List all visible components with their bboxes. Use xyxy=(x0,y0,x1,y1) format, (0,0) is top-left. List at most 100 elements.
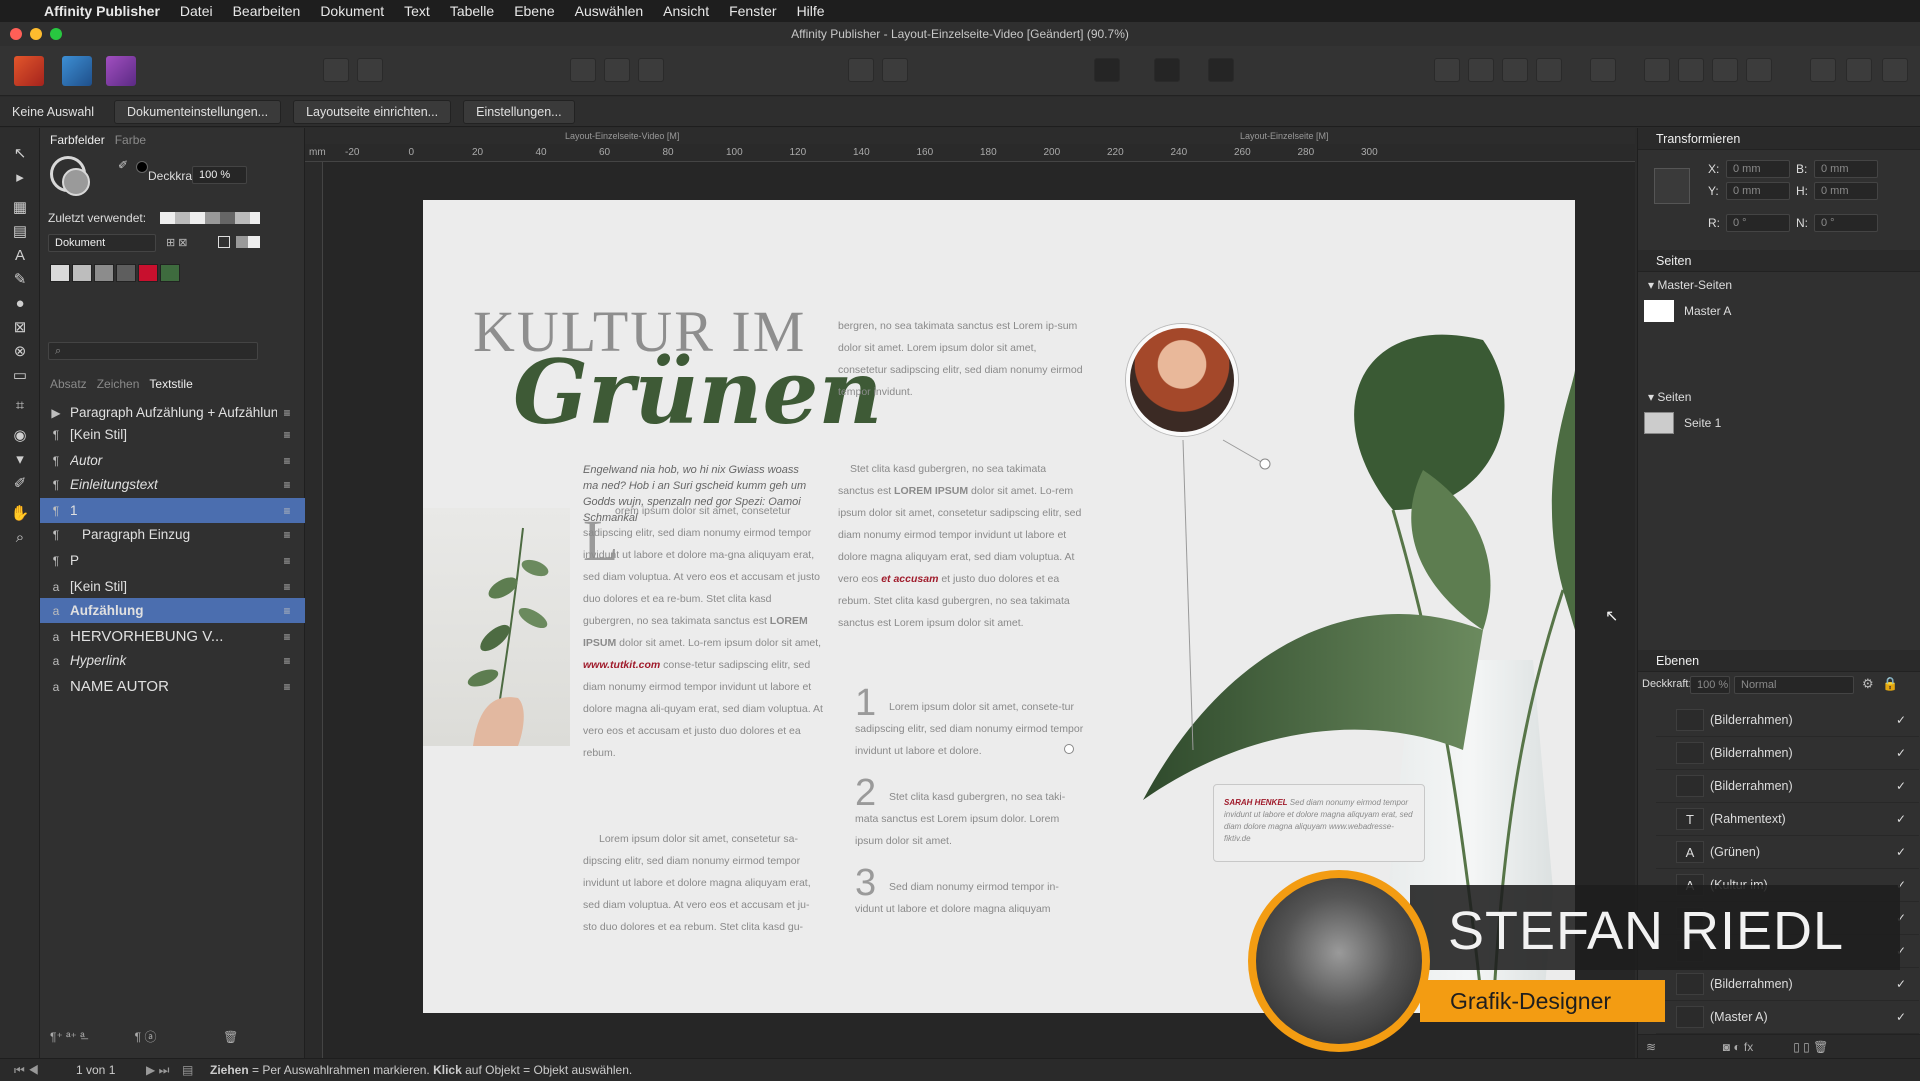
none-swatch-icon[interactable] xyxy=(218,236,230,248)
assets-icon[interactable] xyxy=(357,58,383,82)
pen-tool-icon[interactable]: ✎ xyxy=(10,270,30,290)
b-field[interactable]: 0 mm xyxy=(1814,160,1878,178)
layer-row[interactable]: (Bilderrahmen) ✓ xyxy=(1656,968,1919,1001)
zoom-window-button[interactable] xyxy=(50,28,62,40)
column1-text-2[interactable]: Lorem ipsum dolor sit amet, consetetur s… xyxy=(583,828,823,938)
arrange-icon[interactable] xyxy=(1502,58,1528,82)
artistic-text-tool-icon[interactable]: A xyxy=(10,246,30,266)
transform-panel-title[interactable]: Transformieren xyxy=(1638,128,1920,150)
pin-icon[interactable] xyxy=(848,58,874,82)
layer-lock-icon[interactable]: 🔒 xyxy=(1882,676,1898,692)
current-color-dot[interactable] xyxy=(136,161,148,173)
crop-tool-icon[interactable]: ⌗ xyxy=(10,396,30,416)
layer-row[interactable]: (Bilderrahmen) ✓ xyxy=(1656,737,1919,770)
menu-dokument[interactable]: Dokument xyxy=(320,3,384,19)
stroke-color-icon[interactable] xyxy=(62,168,90,196)
node-tool-icon[interactable]: ▸ xyxy=(10,168,30,188)
style-menu-icon[interactable]: ≡ xyxy=(277,428,297,442)
align-center-icon[interactable] xyxy=(1678,58,1704,82)
column2-text[interactable]: bergren, no sea takimata sanctus est Lor… xyxy=(838,315,1083,403)
menu-auswaehlen[interactable]: Auswählen xyxy=(575,3,644,19)
layer-row[interactable]: (Bilderrahmen) ✓ xyxy=(1656,770,1919,803)
menu-ansicht[interactable]: Ansicht xyxy=(663,3,709,19)
portrait-image[interactable] xyxy=(1126,324,1238,436)
color-swatch[interactable] xyxy=(160,264,180,282)
distribute-icon[interactable] xyxy=(1590,58,1616,82)
style-menu-icon[interactable]: ≡ xyxy=(277,454,297,468)
page-1-label[interactable]: Seite 1 xyxy=(1684,416,1721,430)
snapping-magnet-icon[interactable] xyxy=(1208,58,1234,82)
layer-visibility-check[interactable]: ✓ xyxy=(1891,812,1911,826)
style-menu-icon[interactable]: ≡ xyxy=(277,554,297,568)
list-item-text[interactable]: Lorem ipsum dolor sit amet, consete-tur … xyxy=(855,696,1085,762)
dot-icon[interactable] xyxy=(882,58,908,82)
hand-tool-icon[interactable]: ✋ xyxy=(10,504,30,524)
layer-visibility-check[interactable]: ✓ xyxy=(1891,746,1911,760)
preflight-icon[interactable] xyxy=(323,58,349,82)
tab-paragraph[interactable]: Absatz xyxy=(50,377,87,391)
color-swatch[interactable] xyxy=(94,264,114,282)
align-bottom-icon[interactable] xyxy=(1746,58,1772,82)
shape-tool-icon[interactable]: ● xyxy=(10,294,30,314)
text-style-row[interactable]: a Aufzählung ≡ xyxy=(40,598,305,623)
recent-swatches[interactable] xyxy=(160,212,260,224)
document-setup-button[interactable]: Dokumenteinstellungen... xyxy=(114,99,282,124)
master-page-setup-button[interactable]: Layoutseite einrichten... xyxy=(293,99,452,124)
view-circle-icon[interactable] xyxy=(604,58,630,82)
page-nav-next-icons[interactable]: ▶ ⏭ xyxy=(146,1059,169,1081)
rotation-field[interactable]: 0 ° xyxy=(1726,214,1790,232)
page-1-thumbnail[interactable] xyxy=(1644,412,1674,434)
layer-row[interactable]: (Bilderrahmen) ✓ xyxy=(1656,704,1919,737)
eyedropper-icon[interactable]: ✐ xyxy=(118,158,128,172)
boolean-add-icon[interactable] xyxy=(1810,58,1836,82)
horizontal-ruler[interactable]: mm -20 0 20 40 60 80 100 120 140 160 180 200 220 240 2… xyxy=(305,144,1635,162)
ellipse-frame-tool-icon[interactable]: ⊗ xyxy=(10,342,30,362)
layer-visibility-check[interactable]: ✓ xyxy=(1891,713,1911,727)
insert-shape-icon[interactable] xyxy=(1468,58,1494,82)
style-menu-icon[interactable]: ≡ xyxy=(277,406,297,420)
layer-visibility-check[interactable]: ✓ xyxy=(1891,779,1911,793)
doc-tab-inactive[interactable]: Layout-Einzelseite [M] xyxy=(1240,131,1329,141)
text-style-row[interactable]: a Hyperlink ≡ xyxy=(40,648,305,673)
style-menu-icon[interactable]: ≡ xyxy=(277,478,297,492)
layout-page[interactable]: KULTUR IM Grünen Engelwand nia hob, wo h… xyxy=(423,200,1575,1013)
palette-options-icon[interactable]: ⊞ ⊠ xyxy=(166,236,188,249)
shear-field[interactable]: 0 ° xyxy=(1814,214,1878,232)
page-nav-icons[interactable]: ⏮ ◀ xyxy=(14,1059,39,1081)
menu-ebene[interactable]: Ebene xyxy=(514,3,554,19)
zoom-tool-icon[interactable]: ⌕ xyxy=(10,528,30,548)
align-right-icon[interactable] xyxy=(1712,58,1738,82)
menu-tabelle[interactable]: Tabelle xyxy=(450,3,494,19)
picture-frame-tool-icon[interactable]: ⊠ xyxy=(10,318,30,338)
color-swatch[interactable] xyxy=(138,264,158,282)
style-menu-icon[interactable]: ≡ xyxy=(277,604,297,618)
layer-visibility-check[interactable]: ✓ xyxy=(1891,845,1911,859)
preferences-button[interactable]: Einstellungen... xyxy=(463,99,575,124)
column2-text-2[interactable]: Stet clita kasd gubergren, no sea takima… xyxy=(838,458,1083,634)
hand-plant-image[interactable] xyxy=(423,508,570,747)
text-style-row[interactable]: ¶ Autor ≡ xyxy=(40,448,305,473)
arrange-back-icon[interactable] xyxy=(1536,58,1562,82)
master-pages-section[interactable]: ▾ Master-Seiten xyxy=(1648,278,1732,292)
text-style-row[interactable]: a NAME AUTOR ≡ xyxy=(40,674,305,699)
table-tool-icon[interactable]: ▤ xyxy=(10,222,30,242)
text-style-row[interactable]: ¶ Paragraph Einzug ≡ xyxy=(40,522,305,547)
layer-row[interactable]: (Master A) ✓ xyxy=(1656,1001,1919,1034)
menu-datei[interactable]: Datei xyxy=(180,3,213,19)
view-mode-icon[interactable] xyxy=(570,58,596,82)
palette-select[interactable]: Dokument xyxy=(48,234,156,252)
layer-row[interactable]: T (Rahmentext) ✓ xyxy=(1656,803,1919,836)
layer-visibility-check[interactable]: ✓ xyxy=(1891,1010,1911,1024)
boolean-subtract-icon[interactable] xyxy=(1846,58,1872,82)
text-style-row[interactable]: ¶ P ≡ xyxy=(40,548,305,573)
text-frame-tool-icon[interactable]: ▦ xyxy=(10,198,30,218)
master-a-label[interactable]: Master A xyxy=(1684,304,1731,318)
text-style-row[interactable]: ¶ Einleitungstext ≡ xyxy=(40,472,305,497)
app-menu[interactable]: Affinity Publisher xyxy=(44,3,160,19)
column1-text[interactable]: orem ipsum dolor sit amet, consetetur sa… xyxy=(583,500,823,764)
color-picker-tool-icon[interactable]: ◉ xyxy=(10,426,30,446)
pages-section[interactable]: ▾ Seiten xyxy=(1648,390,1691,404)
minimize-window-button[interactable] xyxy=(30,28,42,40)
style-menu-icon[interactable]: ≡ xyxy=(277,630,297,644)
layer-visibility-check[interactable]: ✓ xyxy=(1891,977,1911,991)
